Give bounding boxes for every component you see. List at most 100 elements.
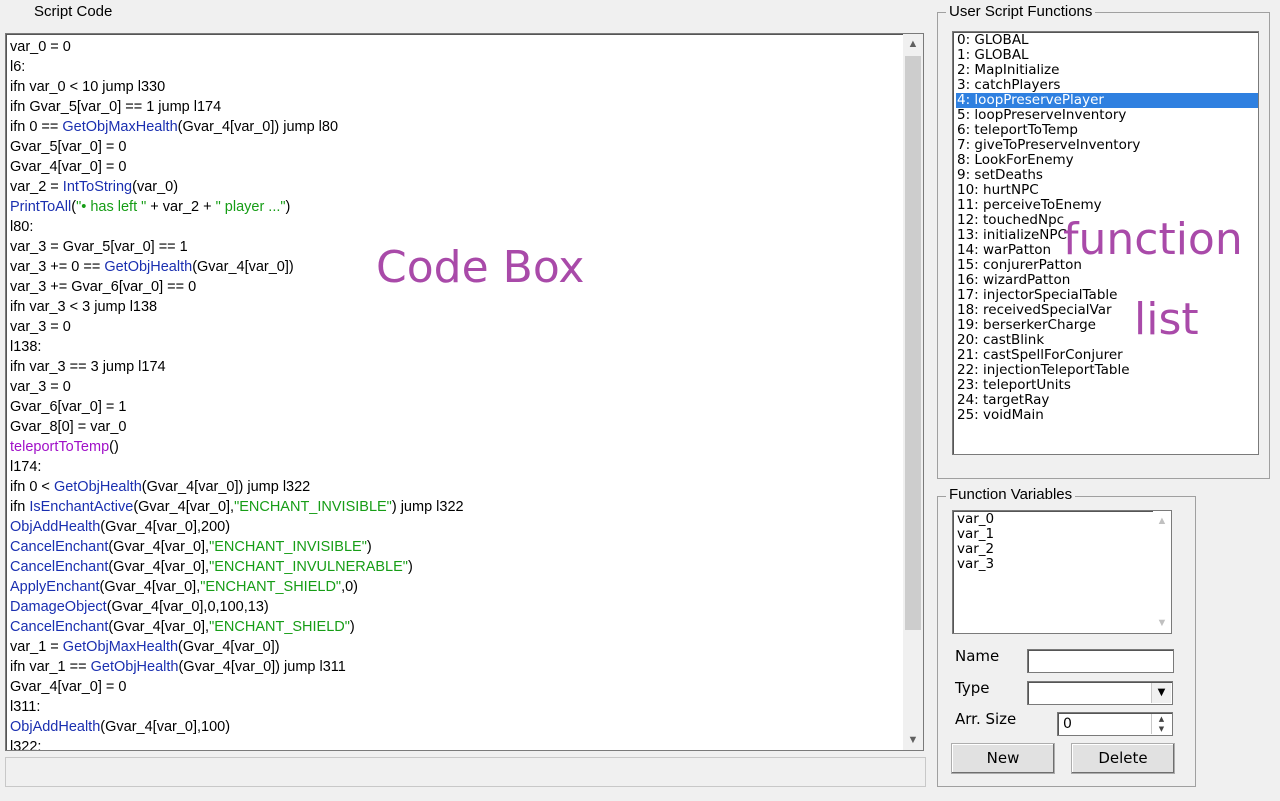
function-list-item[interactable]: 6: teleportToTemp xyxy=(956,123,1258,138)
code-line[interactable]: Gvar_6[var_0] = 1 xyxy=(10,397,899,417)
variable-list[interactable]: var_0 var_1 var_2 var_3 ▲ ▼ xyxy=(952,510,1172,634)
variable-list-item[interactable]: var_1 xyxy=(957,527,994,542)
variable-list-item[interactable]: var_3 xyxy=(957,557,994,572)
function-list-item[interactable]: 21: castSpellForConjurer xyxy=(956,348,1258,363)
code-text: ) xyxy=(285,199,291,215)
variable-list-item[interactable]: var_0 xyxy=(957,512,994,527)
function-list-item[interactable]: 24: targetRay xyxy=(956,393,1258,408)
code-line[interactable]: l311: xyxy=(10,697,899,717)
var-scroll-up-arrow-icon[interactable]: ▲ xyxy=(1153,511,1171,531)
function-list-item[interactable]: 23: teleportUnits xyxy=(956,378,1258,393)
code-line[interactable]: Gvar_5[var_0] = 0 xyxy=(10,137,899,157)
code-line[interactable]: DamageObject(Gvar_4[var_0],0,100,13) xyxy=(10,597,899,617)
script-code-title: Script Code xyxy=(31,3,116,21)
function-list-item[interactable]: 10: hurtNPC xyxy=(956,183,1258,198)
code-line[interactable]: var_0 = 0 xyxy=(10,37,899,57)
code-lines[interactable]: var_0 = 0 l6: ifn var_0 < 10 jump l330 ifn … xyxy=(10,37,899,750)
scroll-thumb[interactable] xyxy=(905,56,921,630)
new-button[interactable]: New xyxy=(951,743,1055,774)
function-list-item[interactable]: 1: GLOBAL xyxy=(956,48,1258,63)
code-text: + var_2 + xyxy=(146,199,216,215)
function-list-item[interactable]: 25: voidMain xyxy=(956,408,1258,423)
code-line[interactable]: teleportToTemp() xyxy=(10,437,899,457)
code-line[interactable]: l174: xyxy=(10,457,899,477)
arr-size-value[interactable]: 0 xyxy=(1063,716,1072,732)
code-text: ifn Gvar_5[var_0] == 1 jump l174 xyxy=(10,99,222,115)
code-text: Gvar_4[var_0] = 0 xyxy=(10,159,127,175)
code-line[interactable]: ifn var_1 == GetObjHealth(Gvar_4[var_0])… xyxy=(10,657,899,677)
code-text: (Gvar_4[var_0]) jump l311 xyxy=(178,659,346,675)
function-list-item[interactable]: 7: giveToPreserveInventory xyxy=(956,138,1258,153)
name-field[interactable] xyxy=(1027,649,1174,673)
code-line[interactable]: ifn var_3 < 3 jump l138 xyxy=(10,297,899,317)
delete-button[interactable]: Delete xyxy=(1071,743,1175,774)
function-call: GetObjHealth xyxy=(104,259,193,275)
code-line[interactable]: var_2 = IntToString(var_0) xyxy=(10,177,899,197)
function-list-item[interactable]: 4: loopPreservePlayer xyxy=(956,93,1258,108)
code-line[interactable]: ObjAddHealth(Gvar_4[var_0],100) xyxy=(10,717,899,737)
code-line[interactable]: PrintToAll("• has left " + var_2 + " pla… xyxy=(10,197,899,217)
code-line[interactable]: CancelEnchant(Gvar_4[var_0],"ENCHANT_SHI… xyxy=(10,617,899,637)
function-list-item[interactable]: 19: berserkerCharge xyxy=(956,318,1258,333)
code-line[interactable]: Gvar_8[0] = var_0 xyxy=(10,417,899,437)
code-text: Gvar_8[0] = var_0 xyxy=(10,419,127,435)
function-list-item[interactable]: 22: injectionTeleportTable xyxy=(956,363,1258,378)
code-line[interactable]: var_1 = GetObjMaxHealth(Gvar_4[var_0]) xyxy=(10,637,899,657)
code-line[interactable]: Gvar_4[var_0] = 0 xyxy=(10,157,899,177)
function-list-item[interactable]: 8: LookForEnemy xyxy=(956,153,1258,168)
type-select[interactable]: ▼ xyxy=(1027,681,1173,705)
user-function-call: teleportToTemp xyxy=(10,439,110,455)
code-text: l138: xyxy=(10,339,42,355)
code-line[interactable]: ifn IsEnchantActive(Gvar_4[var_0],"ENCHA… xyxy=(10,497,899,517)
code-line[interactable]: ifn var_0 < 10 jump l330 xyxy=(10,77,899,97)
code-editor[interactable]: var_0 = 0 l6: ifn var_0 < 10 jump l330 ifn … xyxy=(5,33,924,751)
function-list-item[interactable]: 17: injectorSpecialTable xyxy=(956,288,1258,303)
variable-list-items[interactable]: var_0 var_1 var_2 var_3 xyxy=(957,512,994,572)
code-text: (Gvar_4[var_0], xyxy=(108,559,210,575)
function-list-item[interactable]: 2: MapInitialize xyxy=(956,63,1258,78)
scroll-down-arrow-icon[interactable]: ▼ xyxy=(903,730,923,750)
code-line[interactable]: var_3 = 0 xyxy=(10,377,899,397)
code-text: ) xyxy=(366,539,372,555)
string-literal: "ENCHANT_INVULNERABLE" xyxy=(209,559,408,575)
var-scroll-down-arrow-icon[interactable]: ▼ xyxy=(1153,613,1171,633)
code-scrollbar[interactable]: ▲ ▼ xyxy=(903,34,923,750)
function-call: CancelEnchant xyxy=(10,539,109,555)
function-list-item[interactable]: 3: catchPlayers xyxy=(956,78,1258,93)
code-line[interactable]: CancelEnchant(Gvar_4[var_0],"ENCHANT_INV… xyxy=(10,537,899,557)
code-line[interactable]: ifn 0 == GetObjMaxHealth(Gvar_4[var_0]) … xyxy=(10,117,899,137)
function-variables-title: Function Variables xyxy=(946,486,1076,504)
code-line[interactable]: l80: xyxy=(10,217,899,237)
code-line[interactable]: ObjAddHealth(Gvar_4[var_0],200) xyxy=(10,517,899,537)
function-list-item[interactable]: 20: castBlink xyxy=(956,333,1258,348)
code-line[interactable]: Gvar_4[var_0] = 0 xyxy=(10,677,899,697)
string-literal: "ENCHANT_SHIELD" xyxy=(200,579,342,595)
code-line[interactable]: CancelEnchant(Gvar_4[var_0],"ENCHANT_INV… xyxy=(10,557,899,577)
arr-size-stepper[interactable]: 0 ▲ ▼ xyxy=(1057,712,1173,736)
chevron-down-icon[interactable]: ▼ xyxy=(1151,683,1171,703)
code-line[interactable]: ifn var_3 == 3 jump l174 xyxy=(10,357,899,377)
function-list-item[interactable]: 9: setDeaths xyxy=(956,168,1258,183)
code-text: ifn var_3 < 3 jump l138 xyxy=(10,299,158,315)
code-line[interactable]: ApplyEnchant(Gvar_4[var_0],"ENCHANT_SHIE… xyxy=(10,577,899,597)
code-line[interactable]: l138: xyxy=(10,337,899,357)
function-list-item[interactable]: 18: receivedSpecialVar xyxy=(956,303,1258,318)
code-text: (Gvar_4[var_0]) jump l322 xyxy=(141,479,311,495)
stepper-up-icon[interactable]: ▲ xyxy=(1151,714,1171,724)
status-bar xyxy=(5,757,926,787)
code-line[interactable]: l6: xyxy=(10,57,899,77)
code-line[interactable]: l322: xyxy=(10,737,899,750)
stepper-down-icon[interactable]: ▼ xyxy=(1151,724,1171,734)
code-line[interactable]: var_3 = 0 xyxy=(10,317,899,337)
function-list-item[interactable]: 11: perceiveToEnemy xyxy=(956,198,1258,213)
code-text: var_3 = Gvar_5[var_0] == 1 xyxy=(10,239,188,255)
function-call: GetObjHealth xyxy=(90,659,179,675)
function-list-item[interactable]: 0: GLOBAL xyxy=(956,33,1258,48)
function-list-item[interactable]: 5: loopPreserveInventory xyxy=(956,108,1258,123)
code-line[interactable]: ifn Gvar_5[var_0] == 1 jump l174 xyxy=(10,97,899,117)
scroll-up-arrow-icon[interactable]: ▲ xyxy=(903,34,923,54)
variable-list-item[interactable]: var_2 xyxy=(957,542,994,557)
variable-scrollbar[interactable]: ▲ ▼ xyxy=(1153,511,1171,633)
function-list-item[interactable]: 16: wizardPatton xyxy=(956,273,1258,288)
code-line[interactable]: ifn 0 < GetObjHealth(Gvar_4[var_0]) jump… xyxy=(10,477,899,497)
